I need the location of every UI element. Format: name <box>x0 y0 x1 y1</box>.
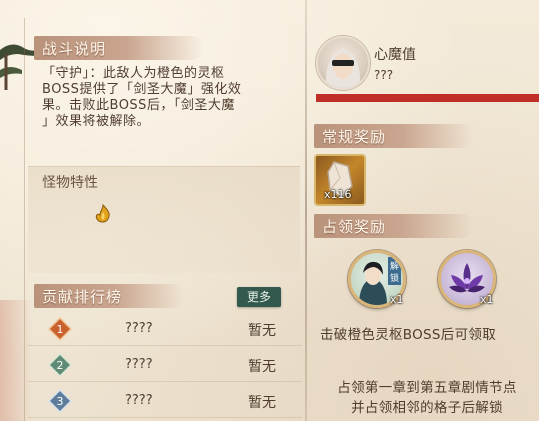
rank-score: 暂无 <box>248 395 276 411</box>
chapter-note-line: 占领第一章到第五章剧情节点 <box>337 380 517 396</box>
chapter-note-line: 并占领相邻的格子后解锁 <box>351 400 503 416</box>
boss-heart-value: ??? <box>374 68 394 82</box>
unlock-tag-char-1: 解 <box>390 260 399 272</box>
regular-reward-header: 常规奖励 <box>314 124 474 148</box>
ranking-row: 3 ???? 暂无 <box>28 385 302 418</box>
ranking-header: 贡献排行榜 <box>34 284 184 308</box>
rank-number: 3 <box>57 395 64 408</box>
heart-demon-bar <box>316 94 539 102</box>
rank-number: 2 <box>57 359 64 372</box>
description-line: 果。击败此BOSS后，「剑圣大魔 <box>42 98 235 113</box>
panel-divider <box>305 0 307 421</box>
description-line: BOSS提供了「剑圣大魔」强化效 <box>42 82 242 97</box>
battle-description: 「守护」：此敌人为橙色的灵枢 BOSS提供了「剑圣大魔」强化效 果。击败此BOS… <box>42 66 298 130</box>
boss-heart-label: 心魔值 <box>374 47 416 63</box>
occupy-reward-header-label: 占领奖励 <box>322 218 387 236</box>
ranking-row: 1 ???? 暂无 <box>28 313 302 346</box>
more-button[interactable]: 更多 <box>237 287 281 307</box>
battle-header-label: 战斗说明 <box>42 40 107 58</box>
battle-header: 战斗说明 <box>34 36 204 60</box>
rank-badge-icon: 1 <box>48 317 72 341</box>
occupy-reward-count: x1 <box>390 293 404 306</box>
ranking-header-label: 贡献排行榜 <box>42 288 123 306</box>
regular-reward-header-label: 常规奖励 <box>322 128 387 146</box>
rank-badge-icon: 3 <box>48 389 72 413</box>
ranking-row: 2 ???? 暂无 <box>28 349 302 382</box>
golden-flame-icon[interactable] <box>94 204 112 224</box>
occupy-reward-header: 占领奖励 <box>314 214 474 238</box>
rank-name: ???? <box>125 321 153 336</box>
rank-badge-icon: 2 <box>48 353 72 377</box>
boss-avatar[interactable] <box>316 36 370 90</box>
unlock-note: 击破橙色灵枢BOSS后可领取 <box>320 327 496 343</box>
description-line: 「守护」：此敌人为橙色的灵枢 <box>42 66 225 81</box>
rank-name: ???? <box>125 357 153 372</box>
unlock-tag-char-2: 锁 <box>390 272 399 284</box>
occupy-reward-count: x1 <box>480 293 494 306</box>
regular-reward-count: x116 <box>324 188 352 201</box>
masked-white-hair-avatar <box>325 48 361 88</box>
rank-name: ???? <box>125 393 153 408</box>
rank-score: 暂无 <box>248 323 276 339</box>
traits-title: 怪物特性 <box>42 175 98 191</box>
description-line: 」效果将被解除。 <box>42 114 151 129</box>
rank-number: 1 <box>57 323 64 336</box>
rank-score: 暂无 <box>248 359 276 375</box>
